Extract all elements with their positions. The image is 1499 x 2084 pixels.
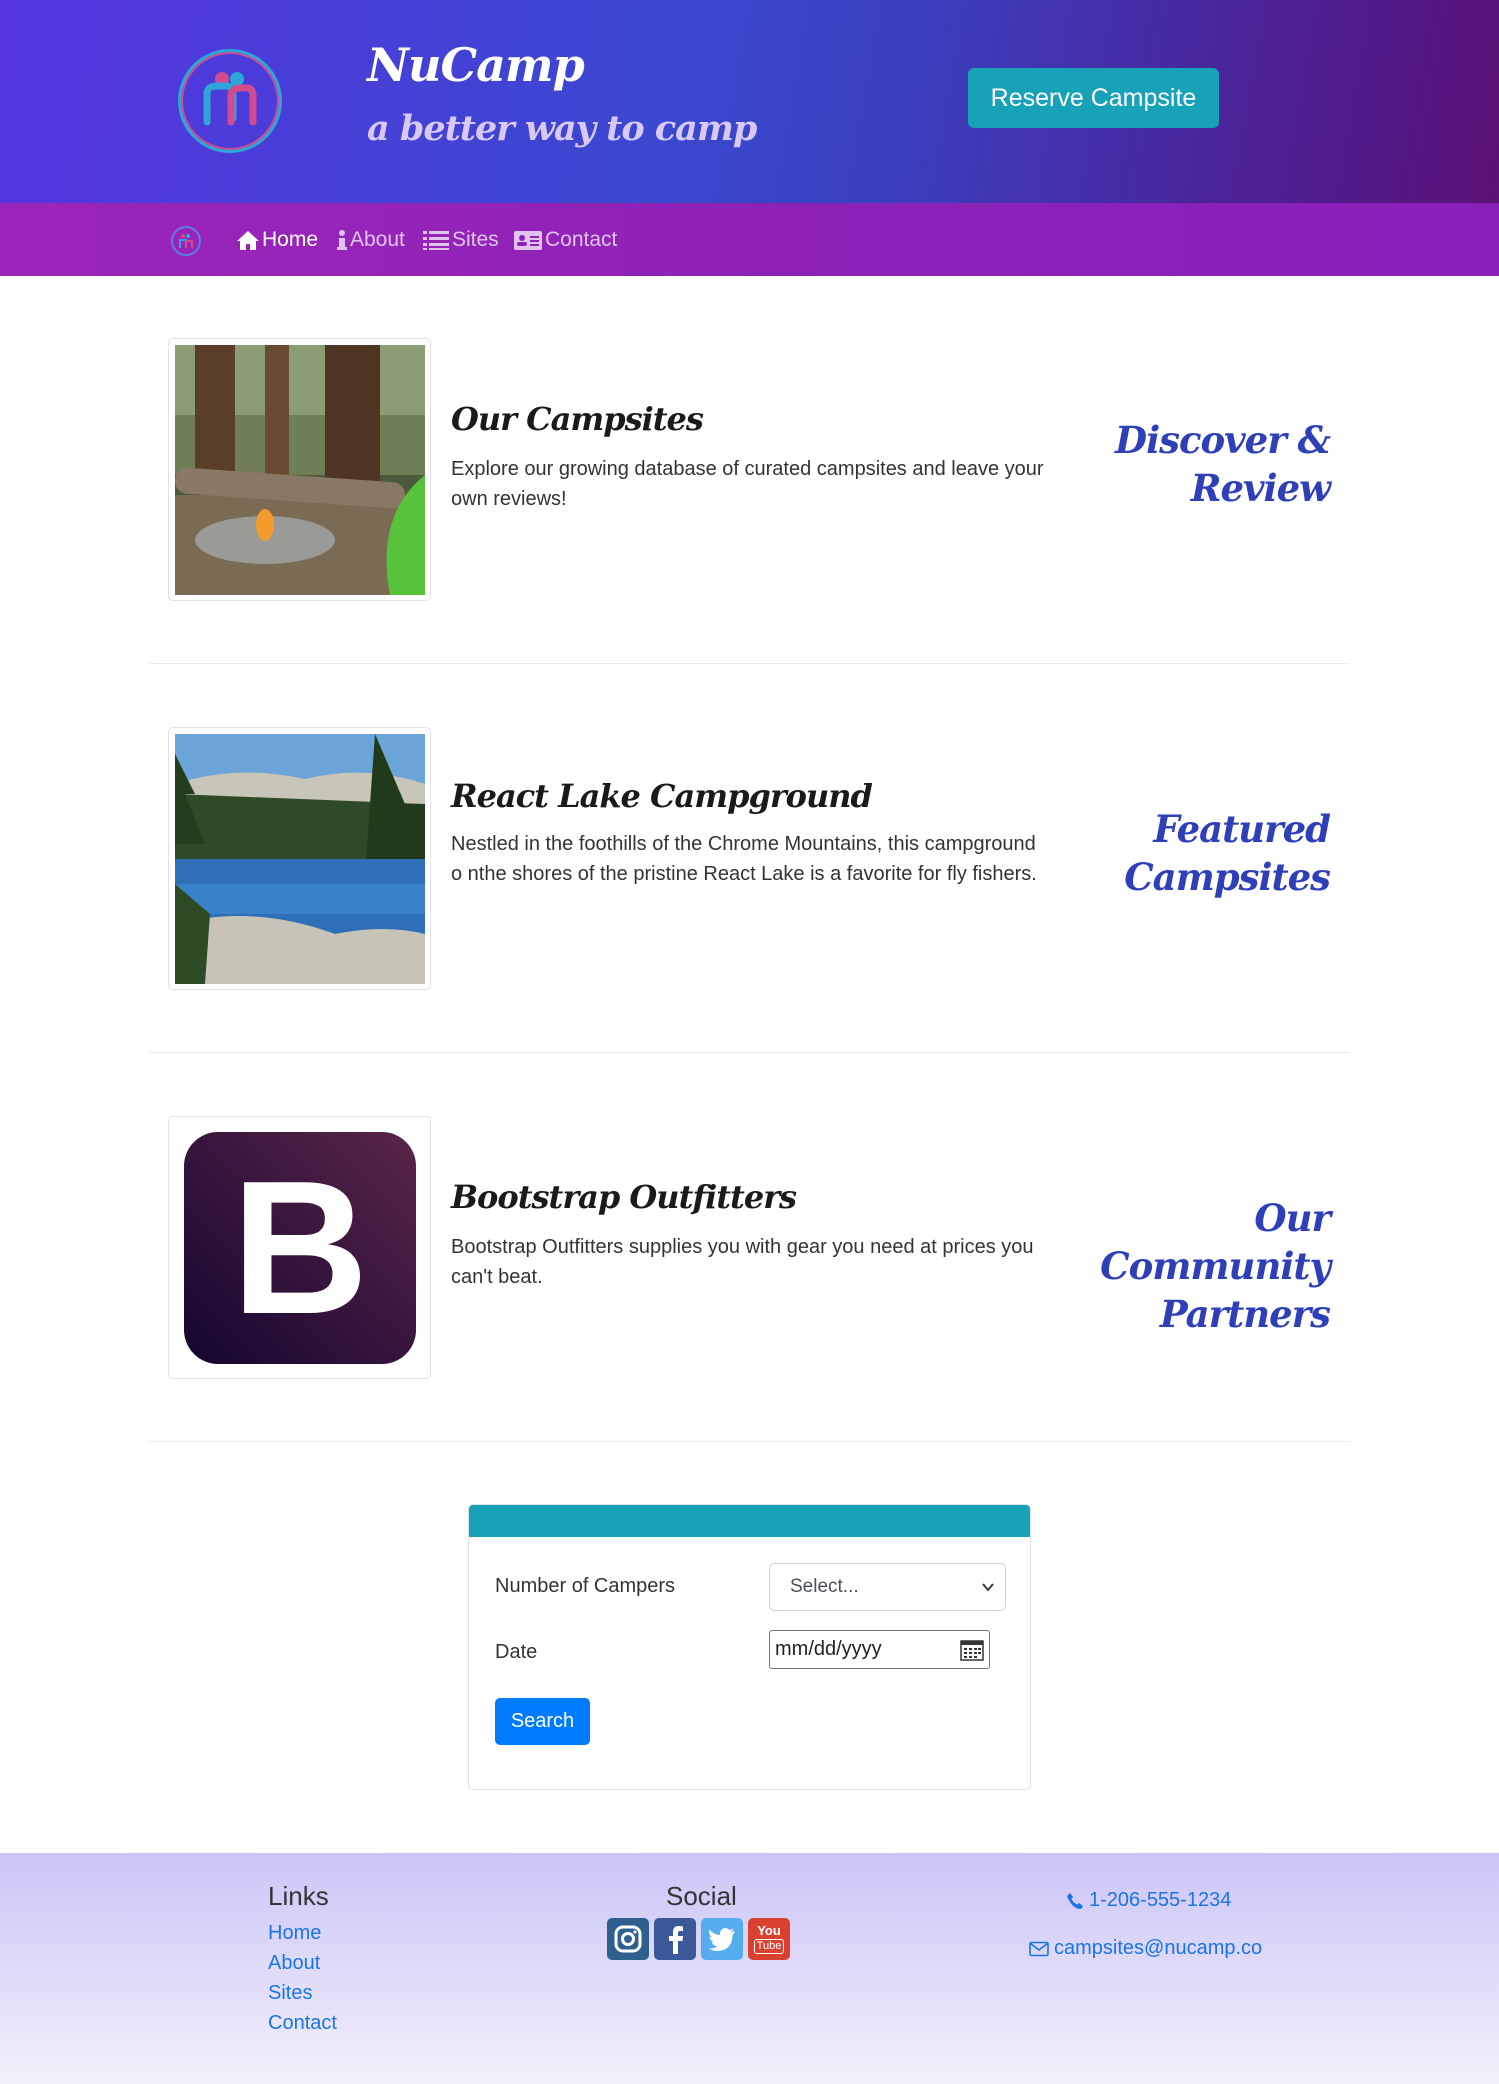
youtube-icon[interactable]: You Tube (748, 1918, 790, 1960)
brand-tagline: a better way to camp (367, 108, 757, 149)
nav-item-label: Sites (452, 228, 499, 251)
footer-email[interactable]: campsites@nucamp.co (1029, 1937, 1262, 1960)
section-side-heading: Our Community Partners (1100, 1196, 1331, 1336)
facebook-icon[interactable] (654, 1918, 696, 1960)
list-icon (423, 231, 449, 250)
section-text: Nestled in the foothills of the Chrome M… (451, 833, 1037, 885)
footer-social-heading: Social (666, 1881, 737, 1911)
nav-item-label: About (350, 228, 405, 251)
section-text: Explore our growing database of curated … (451, 458, 1044, 510)
nav-item-label: Home (262, 228, 319, 251)
campsite-search-card: Number of Campers Select... Date mm/dd/y… (468, 1504, 1031, 1790)
bootstrap-logo-letter: B (231, 1142, 369, 1354)
envelope-icon (1029, 1941, 1049, 1956)
date-input[interactable]: mm/dd/yyyy (769, 1630, 990, 1669)
date-label: Date (495, 1641, 538, 1663)
section-divider (149, 663, 1350, 664)
youtube-label-top: You (757, 1923, 781, 1938)
section-divider (149, 1441, 1350, 1442)
footer-link-contact[interactable]: Contact (268, 2012, 337, 2035)
footer-link-sites[interactable]: Sites (268, 1982, 312, 2005)
main-navbar: Home About Sites Contact (0, 203, 1499, 276)
search-button[interactable]: Search (495, 1698, 590, 1745)
mountain-lake-image (168, 727, 431, 990)
reserve-campsite-button[interactable]: Reserve Campsite (968, 68, 1219, 128)
chevron-down-icon (982, 1583, 994, 1592)
card-header (469, 1505, 1030, 1537)
footer-link-about[interactable]: About (268, 1952, 320, 1975)
phone-icon (1067, 1892, 1083, 1909)
section-title: Bootstrap Outfitters (451, 1178, 797, 1216)
campsites-section: Our Campsites Explore our growing databa… (149, 338, 1350, 601)
section-title: React Lake Campground (451, 777, 873, 815)
campfire-forest-image (168, 338, 431, 601)
instagram-icon[interactable] (607, 1918, 649, 1960)
featured-campsite-section: React Lake Campground Nestled in the foo… (149, 727, 1350, 990)
campers-select-value: Select... (790, 1576, 859, 1597)
footer-link-home[interactable]: Home (268, 1922, 321, 1945)
nav-item-sites[interactable]: Sites (422, 227, 499, 253)
youtube-label-bottom: Tube (754, 1939, 784, 1954)
nav-item-home[interactable]: Home (236, 227, 318, 253)
home-icon (237, 231, 259, 250)
section-side-heading: Discover & Review (1115, 418, 1331, 510)
site-header: NuCamp a better way to camp Reserve Camp… (0, 0, 1499, 203)
calendar-icon[interactable] (960, 1639, 984, 1661)
nucamp-logo[interactable] (178, 49, 282, 153)
twitter-icon[interactable] (701, 1918, 743, 1960)
partners-section: B Bootstrap Outfitters Bootstrap Outfitt… (149, 1116, 1350, 1379)
bootstrap-logo-image: B (168, 1116, 431, 1379)
navbar-logo-icon[interactable] (171, 226, 201, 256)
info-icon (337, 230, 347, 250)
nav-item-contact[interactable]: Contact (513, 227, 617, 253)
footer-links-heading: Links (268, 1881, 329, 1911)
footer-phone[interactable]: 1-206-555-1234 (1066, 1889, 1231, 1912)
date-placeholder: mm/dd/yyyy (775, 1638, 882, 1660)
section-side-heading: Featured Campsites (1124, 807, 1331, 899)
site-footer: Links Home About Sites Contact Social Yo… (0, 1853, 1499, 2084)
campers-label: Number of Campers (495, 1575, 676, 1597)
footer-email-text: campsites@nucamp.co (1054, 1937, 1263, 1959)
footer-phone-text: 1-206-555-1234 (1089, 1889, 1232, 1911)
nav-item-label: Contact (545, 228, 618, 251)
address-card-icon (514, 231, 542, 250)
section-title: Our Campsites (451, 400, 704, 438)
section-divider (149, 1052, 1350, 1053)
brand-title: NuCamp (367, 38, 585, 92)
nav-item-about[interactable]: About (336, 227, 405, 253)
campers-select[interactable]: Select... (769, 1563, 1006, 1611)
section-text: Bootstrap Outfitters supplies you with g… (451, 1236, 1034, 1288)
nucamp-logo-icon (203, 72, 257, 126)
